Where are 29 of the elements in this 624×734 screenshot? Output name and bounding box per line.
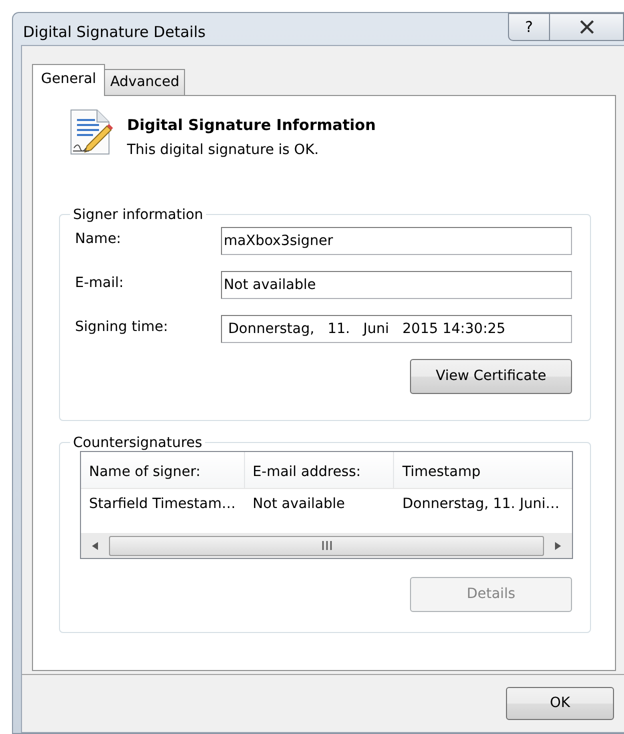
scroll-thumb[interactable] (109, 536, 544, 556)
field-label: Name: (75, 230, 122, 250)
heading: Digital Signature Information (127, 115, 376, 136)
text-field[interactable]: Not available (220, 271, 572, 300)
text-field[interactable]: Donnerstag, 11. Juni 2015 14:30:25 (220, 315, 572, 344)
status-text: This digital signature is OK. (127, 140, 320, 160)
tab[interactable]: Advanced (104, 69, 186, 95)
group-title: Countersignatures (72, 434, 204, 452)
field-label: Signing time: (75, 318, 169, 338)
horizontal-scrollbar[interactable] (81, 533, 572, 558)
signed-document-icon (69, 108, 115, 156)
ok-button[interactable]: OK (506, 687, 614, 720)
grip-icon (322, 541, 332, 550)
text-field[interactable]: maXbox3signer (220, 227, 572, 256)
group-title: Signer information (72, 206, 204, 224)
field-label: E-mail: (75, 274, 125, 294)
column-header[interactable]: Timestamp (394, 452, 572, 488)
tab[interactable]: General (32, 64, 106, 96)
view-certificate-button[interactable]: View Certificate (410, 359, 572, 394)
list-row[interactable]: Starfield Timestam… Not available Donnerstag, 11. Juni… (81, 489, 572, 520)
help-button[interactable]: ? (508, 13, 550, 41)
column-header[interactable]: Name of signer: (81, 452, 245, 488)
close-button[interactable] (550, 13, 624, 41)
table-cell-text: Not available (252, 495, 346, 514)
window-title: Digital Signature Details (22, 22, 206, 43)
close-icon (578, 20, 594, 34)
column-header[interactable]: E-mail address: (244, 452, 394, 488)
table-cell-text: Starfield Timestam… (88, 495, 237, 514)
table-cell-text: Donnerstag, 11. Juni… (401, 495, 560, 514)
